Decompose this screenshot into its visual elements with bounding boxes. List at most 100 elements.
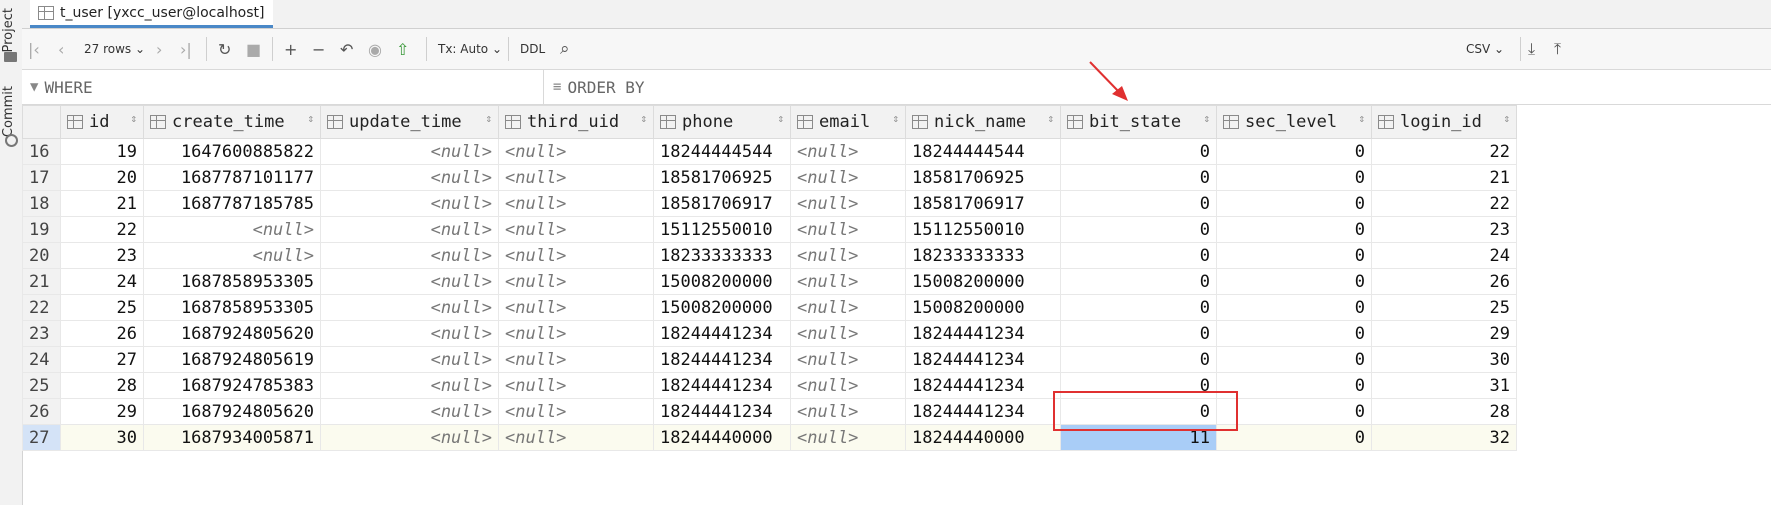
cell-update-time[interactable]: <null> [320,372,499,399]
sort-arrows-icon[interactable]: ⇕ [1047,112,1054,125]
cell-sec-level[interactable]: 0 [1216,164,1372,191]
cell-phone[interactable]: 15112550010 [653,216,791,243]
sort-arrows-icon[interactable]: ⇕ [640,112,647,125]
cell-bit-state[interactable]: 0 [1060,320,1217,347]
cell-update-time[interactable]: <null> [320,320,499,347]
cell-nick-name[interactable]: 18244441234 [905,320,1061,347]
preview-changes-icon[interactable]: ◉ [368,38,382,60]
cell-create-time[interactable]: 1687924785383 [143,372,321,399]
cell-email[interactable]: <null> [790,346,906,373]
cell-login-id[interactable]: 32 [1371,424,1517,451]
cell-create-time[interactable]: 1687934005871 [143,424,321,451]
row-number[interactable]: 24 [22,346,61,373]
cell-sec-level[interactable]: 0 [1216,216,1372,243]
column-header-nick-name[interactable]: nick_name ⇕ [905,105,1061,139]
cell-bit-state[interactable]: 0 [1060,242,1217,269]
cell-email[interactable]: <null> [790,164,906,191]
cell-nick-name[interactable]: 15112550010 [905,216,1061,243]
cell-login-id[interactable]: 30 [1371,346,1517,373]
next-page-icon[interactable]: › [156,38,162,60]
row-number[interactable]: 21 [22,268,61,295]
column-header-email[interactable]: email ⇕ [790,105,906,139]
cell-phone[interactable]: 18581706917 [653,190,791,217]
export-format-dropdown[interactable]: CSV ⌄ [1466,38,1504,60]
column-header-third-uid[interactable]: third_uid ⇕ [498,105,654,139]
cell-id[interactable]: 27 [60,346,144,373]
cell-phone[interactable]: 18244441234 [653,320,791,347]
cell-phone[interactable]: 18233333333 [653,242,791,269]
last-page-icon[interactable]: ›| [180,38,192,60]
previous-page-icon[interactable]: ‹ [58,38,64,60]
table-row[interactable]: 16 19 1647600885822 <null> <null> 18244444544… [22,138,1517,165]
cell-create-time[interactable]: 1687858953305 [143,294,321,321]
cell-sec-level[interactable]: 0 [1216,398,1372,425]
row-number[interactable]: 18 [22,190,61,217]
cell-third-uid[interactable]: <null> [498,320,654,347]
cell-create-time[interactable]: 1687924805620 [143,398,321,425]
cell-email[interactable]: <null> [790,320,906,347]
row-number[interactable]: 22 [22,294,61,321]
cell-third-uid[interactable]: <null> [498,398,654,425]
column-header-bit-state[interactable]: bit_state ⇕ [1060,105,1217,139]
cell-login-id[interactable]: 22 [1371,138,1517,165]
cell-email[interactable]: <null> [790,242,906,269]
cell-phone[interactable]: 18244441234 [653,372,791,399]
cell-phone[interactable]: 18244440000 [653,424,791,451]
cell-sec-level[interactable]: 0 [1216,190,1372,217]
cell-nick-name[interactable]: 18244441234 [905,346,1061,373]
cell-update-time[interactable]: <null> [320,138,499,165]
cell-create-time[interactable]: 1687787101177 [143,164,321,191]
cell-phone[interactable]: 15008200000 [653,268,791,295]
download-icon[interactable]: ⤓ [1528,38,1535,60]
refresh-icon[interactable]: ↻ [218,38,231,60]
sort-arrows-icon[interactable]: ⇕ [485,112,492,125]
table-row[interactable]: 22 25 1687858953305 <null> <null> 15008200000… [22,294,1517,321]
cell-third-uid[interactable]: <null> [498,216,654,243]
cell-create-time[interactable]: 1687858953305 [143,268,321,295]
cell-create-time[interactable]: 1687787185785 [143,190,321,217]
sort-arrows-icon[interactable]: ⇕ [777,112,784,125]
cell-nick-name[interactable]: 18244441234 [905,398,1061,425]
cell-phone[interactable]: 18244441234 [653,346,791,373]
cell-update-time[interactable]: <null> [320,190,499,217]
cell-nick-name[interactable]: 15008200000 [905,268,1061,295]
cell-create-time[interactable]: <null> [143,216,321,243]
cell-login-id[interactable]: 28 [1371,398,1517,425]
cell-update-time[interactable]: <null> [320,164,499,191]
cell-bit-state[interactable]: 0 [1060,138,1217,165]
row-number[interactable]: 25 [22,372,61,399]
table-row[interactable]: 26 29 1687924805620 <null> <null> 18244441234… [22,398,1517,425]
cell-id[interactable]: 24 [60,268,144,295]
cell-sec-level[interactable]: 0 [1216,424,1372,451]
cell-update-time[interactable]: <null> [320,216,499,243]
cell-nick-name[interactable]: 18581706925 [905,164,1061,191]
cell-third-uid[interactable]: <null> [498,242,654,269]
stop-icon[interactable]: ■ [246,38,261,60]
cell-id[interactable]: 19 [60,138,144,165]
cell-nick-name[interactable]: 18244441234 [905,372,1061,399]
rows-count-dropdown[interactable]: 27 rows ⌄ [84,38,145,60]
cell-id[interactable]: 22 [60,216,144,243]
column-header-id[interactable]: id ⇕ [60,105,144,139]
revert-icon[interactable]: ↶ [340,38,353,60]
table-row[interactable]: 25 28 1687924785383 <null> <null> 18244441234… [22,372,1517,399]
first-page-icon[interactable]: |‹ [28,38,40,60]
cell-update-time[interactable]: <null> [320,268,499,295]
cell-sec-level[interactable]: 0 [1216,242,1372,269]
cell-bit-state[interactable]: 0 [1060,294,1217,321]
row-number[interactable]: 27 [22,424,61,451]
cell-id[interactable]: 20 [60,164,144,191]
cell-email[interactable]: <null> [790,216,906,243]
cell-id[interactable]: 29 [60,398,144,425]
cell-email[interactable]: <null> [790,398,906,425]
cell-phone[interactable]: 18581706925 [653,164,791,191]
cell-email[interactable]: <null> [790,268,906,295]
cell-id[interactable]: 30 [60,424,144,451]
cell-login-id[interactable]: 22 [1371,190,1517,217]
where-filter-field[interactable]: ▼ WHERE [22,70,544,104]
cell-bit-state[interactable]: 0 [1060,268,1217,295]
cell-login-id[interactable]: 29 [1371,320,1517,347]
cell-login-id[interactable]: 23 [1371,216,1517,243]
cell-id[interactable]: 21 [60,190,144,217]
cell-third-uid[interactable]: <null> [498,138,654,165]
